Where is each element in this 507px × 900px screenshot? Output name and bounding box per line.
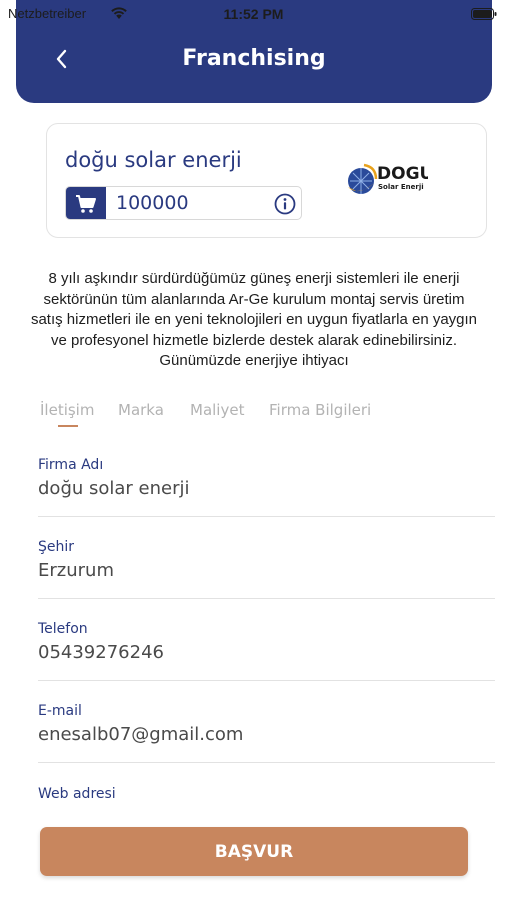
company-name: doğu solar enerji	[65, 148, 242, 172]
cart-button[interactable]	[66, 187, 106, 219]
website-label: Web adresi	[38, 786, 116, 802]
website-field: Web adresi	[38, 786, 495, 816]
battery-icon	[471, 8, 497, 20]
tab-maliyet[interactable]: Maliyet	[190, 401, 244, 419]
tab-marka[interactable]: Marka	[118, 401, 164, 419]
company-logo: DOGU Solar Enerji	[348, 163, 428, 194]
company-name-field: Firma Adı	[38, 457, 495, 517]
price-value: 100000	[116, 192, 189, 214]
apply-button[interactable]: BAŞVUR	[40, 827, 468, 876]
company-card: doğu solar enerji 100000 DOGU Solar Ener…	[46, 123, 487, 238]
company-name-input[interactable]	[38, 478, 478, 499]
price-box: 100000	[65, 186, 302, 220]
city-input[interactable]	[38, 560, 478, 581]
info-icon[interactable]	[274, 193, 296, 215]
email-input[interactable]	[38, 724, 478, 745]
phone-input[interactable]	[38, 642, 478, 663]
email-field: E-mail	[38, 703, 495, 763]
tab-firma-bilgileri[interactable]: Firma Bilgileri	[269, 401, 371, 419]
cart-icon	[76, 195, 96, 213]
tab-iletisim[interactable]: İletişim	[40, 401, 94, 419]
phone-label: Telefon	[38, 621, 88, 637]
phone-field: Telefon	[38, 621, 495, 681]
city-field: Şehir	[38, 539, 495, 599]
logo-subtitle: Solar Enerji	[378, 183, 424, 191]
status-time: 11:52 PM	[223, 6, 284, 22]
status-bar: Netzbetreiber 11:52 PM	[0, 0, 507, 28]
page-title: Franchising	[182, 46, 326, 71]
active-tab-indicator	[58, 425, 78, 427]
city-label: Şehir	[38, 539, 75, 555]
logo-title: DOGU	[377, 164, 428, 184]
company-name-label: Firma Adı	[38, 457, 104, 473]
franchise-description: 8 yılı aşkındır sürdürdüğümüz güneş ener…	[30, 270, 478, 369]
email-label: E-mail	[38, 703, 82, 719]
